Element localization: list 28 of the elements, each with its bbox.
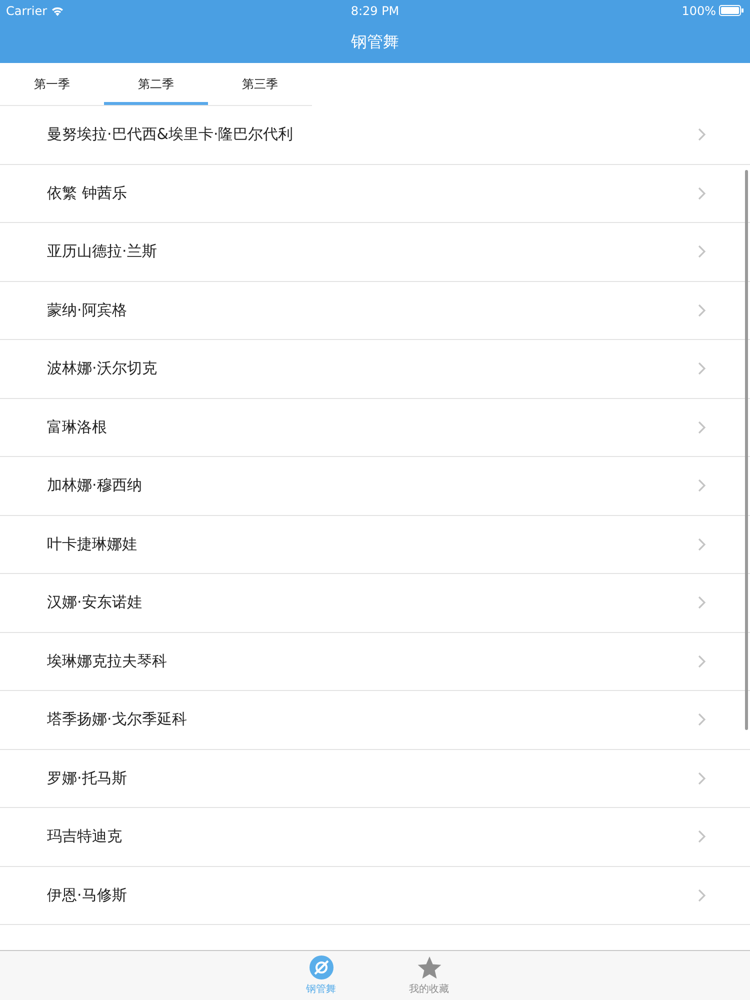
season-tab[interactable]: 第一季 (0, 63, 104, 105)
chevron-icon (698, 830, 706, 844)
chevron-icon (698, 186, 706, 200)
chevron-icon (698, 128, 706, 142)
season-tab[interactable]: 第三季 (208, 63, 312, 105)
chevron-icon (698, 304, 706, 317)
chevron-icon (698, 596, 706, 610)
list-row[interactable]: 曼努埃拉·巴代西&埃里卡·隆巴尔代利 (0, 106, 750, 164)
nav-title: 钢管舞 (351, 32, 399, 52)
chevron-icon (698, 362, 706, 376)
chevron-icon (698, 420, 706, 434)
list-row[interactable]: 罗娜·托马斯 (0, 750, 750, 808)
disc-icon (308, 955, 334, 980)
chevron-icon (698, 772, 706, 785)
battery-label: 100% (682, 4, 716, 18)
list-row[interactable]: 伊恩·马修斯 (0, 866, 750, 925)
list-row[interactable]: 玛吉特迪克 (0, 808, 750, 866)
chevron-icon (698, 245, 706, 258)
battery-icon (719, 5, 744, 16)
carrier-label: Carrier (6, 4, 48, 18)
time-label: 8:29 PM (350, 4, 400, 18)
chevron-icon (698, 888, 706, 902)
chevron-icon (698, 538, 706, 551)
chevron-icon (698, 654, 706, 668)
chevron-icon (698, 713, 706, 726)
wifi-icon (51, 6, 64, 16)
chevron-icon (698, 479, 706, 492)
star-icon (416, 956, 442, 980)
